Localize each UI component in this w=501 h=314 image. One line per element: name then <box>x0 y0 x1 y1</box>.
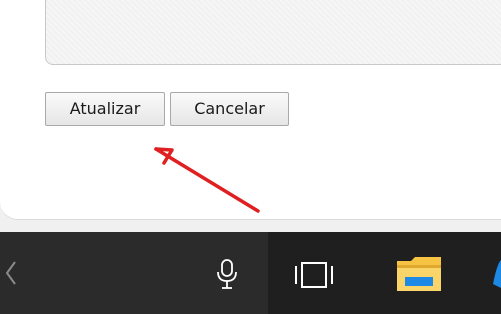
comment-textarea[interactable] <box>45 0 501 65</box>
task-view-icon[interactable] <box>290 258 338 292</box>
chevron-left-icon[interactable] <box>4 260 18 286</box>
edge-icon[interactable] <box>483 254 501 294</box>
file-explorer-icon[interactable] <box>393 251 445 297</box>
screenshot: Atualizar Cancelar <box>0 0 501 314</box>
microphone-icon[interactable] <box>212 258 242 290</box>
form-window: Atualizar Cancelar <box>0 0 501 220</box>
update-button[interactable]: Atualizar <box>45 92 165 126</box>
cancel-button[interactable]: Cancelar <box>170 92 289 126</box>
